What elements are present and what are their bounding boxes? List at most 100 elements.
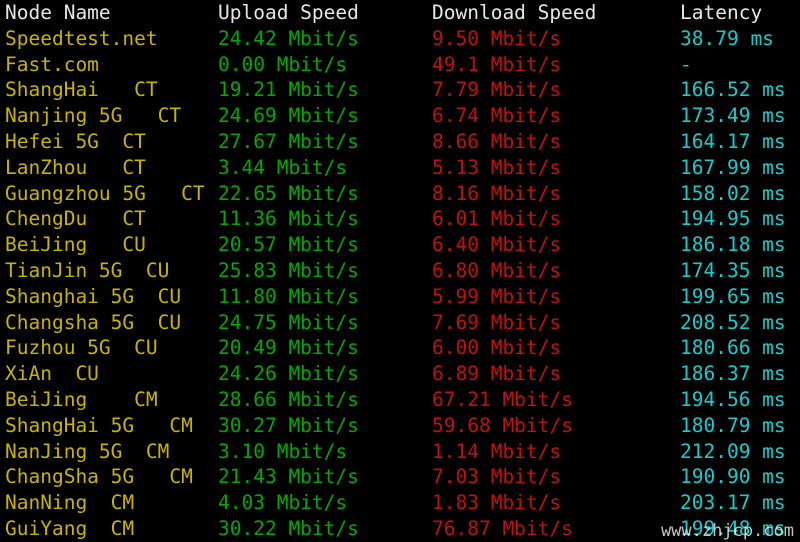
cell-download-speed: 6.40 Mbit/s <box>432 233 562 257</box>
column-header-node-name: Node Name <box>5 1 111 24</box>
cell-latency: 180.79 ms <box>680 413 786 437</box>
cell-latency: 194.95 ms <box>680 207 786 231</box>
cell-node-name: GuiYang CM <box>5 516 135 540</box>
cell-upload-speed: 11.80 Mbit/s <box>218 284 359 308</box>
cell-latency: 164.17 ms <box>680 129 786 153</box>
table-row: ChengDu CT 11.36 Mbit/s 6.01 Mbit/s 194.95 … <box>0 206 800 232</box>
table-row: Fast.com 0.00 Mbit/s 49.1 Mbit/s - <box>0 52 800 78</box>
table-row: Changsha 5G CU 24.75 Mbit/s 7.69 Mbit/s 208… <box>0 310 800 336</box>
column-header-latency: Latency <box>680 1 763 24</box>
cell-latency: 199.48 ms <box>680 516 786 540</box>
cell-node-name: Shanghai 5G CU <box>5 284 182 308</box>
cell-upload-speed: 11.36 Mbit/s <box>218 207 359 231</box>
cell-download-speed: 67.21 Mbit/s <box>432 387 573 411</box>
table-row: Nanjing 5G CT 24.69 Mbit/s 6.74 Mbit/s 173.… <box>0 103 800 129</box>
cell-upload-speed: 24.26 Mbit/s <box>218 362 359 386</box>
cell-upload-speed: 22.65 Mbit/s <box>218 181 359 205</box>
cell-latency: 174.35 ms <box>680 258 786 282</box>
cell-download-speed: 7.79 Mbit/s <box>432 78 562 102</box>
cell-upload-speed: 20.57 Mbit/s <box>218 233 359 257</box>
cell-node-name: ChengDu CT <box>5 207 146 231</box>
cell-node-name: Guangzhou 5G CT <box>5 181 205 205</box>
cell-upload-speed: 30.22 Mbit/s <box>218 516 359 540</box>
cell-node-name: ChangSha 5G CM <box>5 465 193 489</box>
cell-download-speed: 8.16 Mbit/s <box>432 181 562 205</box>
cell-upload-speed: 20.49 Mbit/s <box>218 336 359 360</box>
cell-download-speed: 6.01 Mbit/s <box>432 207 562 231</box>
cell-download-speed: 7.69 Mbit/s <box>432 310 562 334</box>
cell-download-speed: 5.99 Mbit/s <box>432 284 562 308</box>
cell-download-speed: 1.83 Mbit/s <box>432 491 562 515</box>
table-body: Speedtest.net 24.42 Mbit/s 9.50 Mbit/s 38.7… <box>0 26 800 542</box>
cell-upload-speed: 0.00 Mbit/s <box>218 52 348 76</box>
table-row: LanZhou CT 3.44 Mbit/s 5.13 Mbit/s 167.99 m… <box>0 155 800 181</box>
cell-latency: 38.79 ms <box>680 26 774 50</box>
cell-download-speed: 76.87 Mbit/s <box>432 516 573 540</box>
cell-node-name: Nanjing 5G CT <box>5 104 182 128</box>
table-row: ShangHai 5G CM 30.27 Mbit/s 59.68 Mbit/s 18… <box>0 413 800 439</box>
cell-node-name: BeiJing CM <box>5 387 158 411</box>
cell-latency: 167.99 ms <box>680 155 786 179</box>
cell-download-speed: 1.14 Mbit/s <box>432 439 562 463</box>
cell-upload-speed: 24.42 Mbit/s <box>218 26 359 50</box>
cell-upload-speed: 30.27 Mbit/s <box>218 413 359 437</box>
cell-latency: 186.37 ms <box>680 362 786 386</box>
cell-upload-speed: 4.03 Mbit/s <box>218 491 348 515</box>
table-row: Shanghai 5G CU 11.80 Mbit/s 5.99 Mbit/s 199… <box>0 284 800 310</box>
cell-latency: 180.66 ms <box>680 336 786 360</box>
cell-node-name: NanNing CM <box>5 491 135 515</box>
cell-upload-speed: 3.44 Mbit/s <box>218 155 348 179</box>
cell-latency: 158.02 ms <box>680 181 786 205</box>
table-row: Speedtest.net 24.42 Mbit/s 9.50 Mbit/s 38.7… <box>0 26 800 52</box>
cell-node-name: XiAn CU <box>5 362 99 386</box>
cell-node-name: ShangHai CT <box>5 78 158 102</box>
cell-download-speed: 7.03 Mbit/s <box>432 465 562 489</box>
cell-download-speed: 9.50 Mbit/s <box>432 26 562 50</box>
cell-node-name: Fast.com <box>5 52 99 76</box>
cell-latency: 208.52 ms <box>680 310 786 334</box>
cell-download-speed: 8.66 Mbit/s <box>432 129 562 153</box>
cell-node-name: Hefei 5G CT <box>5 129 146 153</box>
column-header-upload-speed: Upload Speed <box>218 1 359 24</box>
cell-upload-speed: 25.83 Mbit/s <box>218 258 359 282</box>
table-row: XiAn CU 24.26 Mbit/s 6.89 Mbit/s 186.37 ms <box>0 361 800 387</box>
table-row: ChangSha 5G CM 21.43 Mbit/s 7.03 Mbit/s 190… <box>0 464 800 490</box>
cell-latency: 194.56 ms <box>680 387 786 411</box>
table-row: Hefei 5G CT 27.67 Mbit/s 8.66 Mbit/s 164.17… <box>0 129 800 155</box>
cell-node-name: ShangHai 5G CM <box>5 413 193 437</box>
cell-node-name: LanZhou CT <box>5 155 146 179</box>
cell-upload-speed: 3.10 Mbit/s <box>218 439 348 463</box>
cell-upload-speed: 24.75 Mbit/s <box>218 310 359 334</box>
cell-latency: 166.52 ms <box>680 78 786 102</box>
table-row: ShangHai CT 19.21 Mbit/s 7.79 Mbit/s 166.52… <box>0 77 800 103</box>
cell-upload-speed: 19.21 Mbit/s <box>218 78 359 102</box>
cell-node-name: BeiJing CU <box>5 233 146 257</box>
table-row: TianJin 5G CU 25.83 Mbit/s 6.80 Mbit/s 174.… <box>0 258 800 284</box>
cell-download-speed: 6.74 Mbit/s <box>432 104 562 128</box>
cell-download-speed: 6.80 Mbit/s <box>432 258 562 282</box>
cell-latency: 173.49 ms <box>680 104 786 128</box>
cell-node-name: Speedtest.net <box>5 26 158 50</box>
cell-latency: 212.09 ms <box>680 439 786 463</box>
cell-upload-speed: 27.67 Mbit/s <box>218 129 359 153</box>
cell-download-speed: 49.1 Mbit/s <box>432 52 562 76</box>
table-row: BeiJing CU 20.57 Mbit/s 6.40 Mbit/s 186.18 … <box>0 232 800 258</box>
cell-download-speed: 59.68 Mbit/s <box>432 413 573 437</box>
cell-node-name: TianJin 5G CU <box>5 258 170 282</box>
table-row: GuiYang CM 30.22 Mbit/s 76.87 Mbit/s 199.48… <box>0 516 800 542</box>
cell-node-name: Changsha 5G CU <box>5 310 182 334</box>
cell-latency: 199.65 ms <box>680 284 786 308</box>
cell-node-name: NanJing 5G CM <box>5 439 170 463</box>
table-row: NanNing CM 4.03 Mbit/s 1.83 Mbit/s 203.17 m… <box>0 490 800 516</box>
cell-latency: 203.17 ms <box>680 491 786 515</box>
table-row: Guangzhou 5G CT 22.65 Mbit/s 8.16 Mbit/s 15… <box>0 181 800 207</box>
cell-download-speed: 6.89 Mbit/s <box>432 362 562 386</box>
cell-node-name: Fuzhou 5G CU <box>5 336 158 360</box>
table-row: BeiJing CM 28.66 Mbit/s 67.21 Mbit/s 194.56… <box>0 387 800 413</box>
cell-latency: 186.18 ms <box>680 233 786 257</box>
terminal-output: Node Name Upload Speed Download Speed La… <box>0 0 800 542</box>
cell-download-speed: 6.00 Mbit/s <box>432 336 562 360</box>
table-row: Fuzhou 5G CU 20.49 Mbit/s 6.00 Mbit/s 180.6… <box>0 335 800 361</box>
table-header-row: Node Name Upload Speed Download Speed La… <box>0 0 800 26</box>
cell-latency: 190.90 ms <box>680 465 786 489</box>
